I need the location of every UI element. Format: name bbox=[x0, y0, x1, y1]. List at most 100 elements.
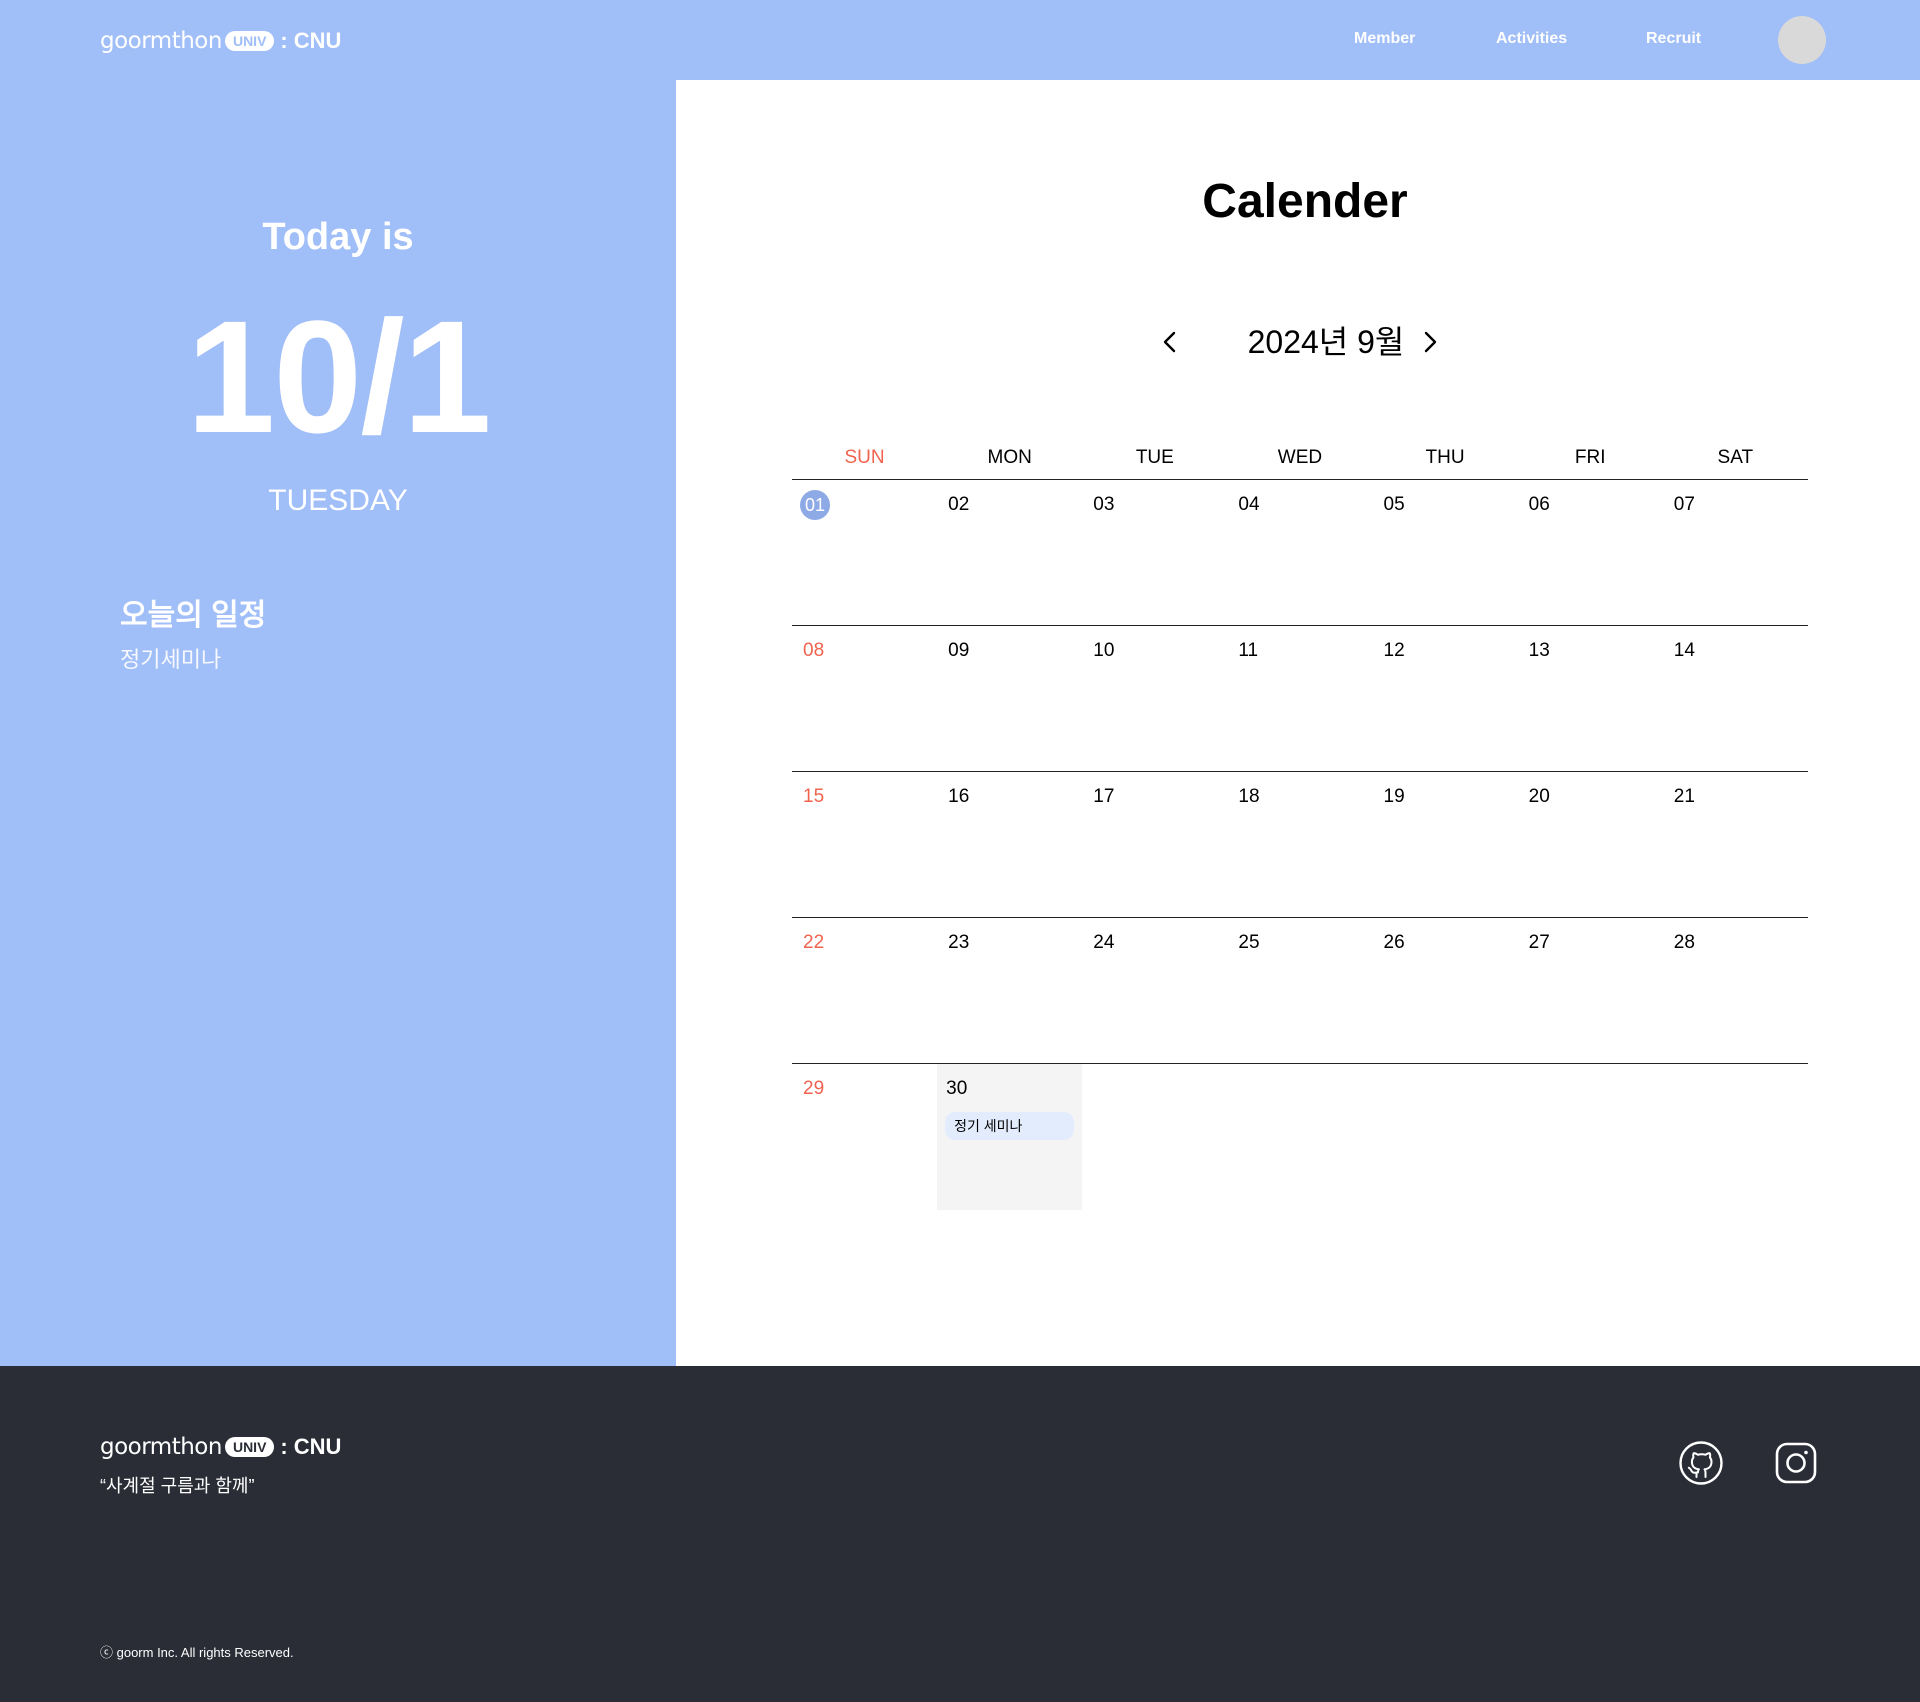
month-navigation: 2024년 9월 bbox=[676, 318, 1920, 368]
logo-brand: goormthon bbox=[100, 28, 222, 54]
day-cell[interactable]: 03 bbox=[1082, 480, 1227, 625]
day-number: 19 bbox=[1383, 786, 1405, 807]
weekday-label: SAT bbox=[1717, 447, 1754, 468]
day-number: 01 bbox=[800, 490, 830, 520]
day-cell[interactable]: 25 bbox=[1227, 918, 1372, 1063]
day-cell[interactable]: 09 bbox=[937, 626, 1082, 771]
day-number: 30 bbox=[946, 1078, 968, 1099]
today-schedule-title: 오늘의 일정 bbox=[120, 599, 267, 632]
day-number: 04 bbox=[1238, 494, 1260, 515]
day-number: 07 bbox=[1673, 494, 1695, 515]
top-header: goormthon UNIV : CNU Member Activities R… bbox=[0, 0, 1920, 80]
day-number: 22 bbox=[803, 932, 825, 953]
calendar-week: 29 30 정기 세미나 bbox=[792, 1064, 1808, 1210]
day-number: 15 bbox=[803, 786, 825, 807]
header-logo[interactable]: goormthon UNIV : CNU bbox=[100, 26, 341, 56]
weekday-label: MON bbox=[987, 447, 1032, 468]
footer-slogan: “사계절 구름과 함께” bbox=[100, 1476, 255, 1496]
logo-univ-badge: UNIV bbox=[224, 1437, 275, 1457]
chevron-left-icon bbox=[1163, 331, 1176, 353]
next-month-button[interactable] bbox=[1414, 326, 1446, 358]
day-cell[interactable]: 02 bbox=[937, 480, 1082, 625]
day-cell[interactable]: 15 bbox=[792, 772, 937, 917]
nav-member[interactable]: Member bbox=[1354, 30, 1415, 48]
day-cell[interactable]: 21 bbox=[1663, 772, 1808, 917]
day-cell[interactable]: 20 bbox=[1518, 772, 1663, 917]
logo-univ-badge: UNIV bbox=[224, 31, 275, 51]
calendar-grid: SUN MON TUE WED THU FRI SAT 01 02 03 04 … bbox=[792, 440, 1808, 1210]
logo-school: CNU bbox=[293, 1434, 342, 1459]
day-cell[interactable]: 13 bbox=[1518, 626, 1663, 771]
event-chip[interactable]: 정기 세미나 bbox=[945, 1112, 1075, 1140]
instagram-link[interactable] bbox=[1773, 1440, 1819, 1486]
weekday-label: TUE bbox=[1135, 447, 1174, 468]
weekday-label: SUN bbox=[844, 447, 885, 468]
day-cell-selected[interactable]: 30 정기 세미나 bbox=[937, 1064, 1083, 1210]
day-number: 21 bbox=[1673, 786, 1695, 807]
day-cell-empty bbox=[1082, 1064, 1227, 1210]
calendar-week: 22 23 24 25 26 27 28 bbox=[792, 918, 1808, 1064]
day-number: 12 bbox=[1383, 640, 1405, 661]
github-link[interactable] bbox=[1678, 1440, 1724, 1486]
day-cell[interactable]: 06 bbox=[1518, 480, 1663, 625]
day-cell[interactable]: 26 bbox=[1373, 918, 1518, 1063]
day-number: 11 bbox=[1238, 640, 1259, 661]
day-cell[interactable]: 19 bbox=[1373, 772, 1518, 917]
day-number: 23 bbox=[948, 932, 970, 953]
day-cell[interactable]: 04 bbox=[1227, 480, 1372, 625]
day-cell[interactable]: 12 bbox=[1373, 626, 1518, 771]
day-cell[interactable]: 17 bbox=[1082, 772, 1227, 917]
day-number: 24 bbox=[1093, 932, 1115, 953]
day-number: 27 bbox=[1528, 932, 1550, 953]
logo-school: CNU bbox=[293, 28, 342, 53]
footer-logo[interactable]: goormthon UNIV : CNU bbox=[100, 1432, 341, 1462]
day-cell-empty bbox=[1663, 1064, 1808, 1210]
day-cell[interactable]: 24 bbox=[1082, 918, 1227, 1063]
day-number: 26 bbox=[1383, 932, 1405, 953]
day-number: 09 bbox=[948, 640, 970, 661]
day-cell[interactable]: 07 bbox=[1663, 480, 1808, 625]
day-number: 18 bbox=[1238, 786, 1260, 807]
calendar-week: 15 16 17 18 19 20 21 bbox=[792, 772, 1808, 918]
day-cell[interactable]: 05 bbox=[1373, 480, 1518, 625]
today-schedule-item[interactable]: 정기세미나 bbox=[120, 642, 221, 674]
today-date: 10/1 bbox=[186, 287, 491, 466]
day-cell[interactable]: 23 bbox=[937, 918, 1082, 1063]
github-icon bbox=[1679, 1441, 1723, 1485]
day-cell[interactable]: 14 bbox=[1663, 626, 1808, 771]
logo-separator: : bbox=[280, 1434, 288, 1459]
nav-activities[interactable]: Activities bbox=[1496, 30, 1567, 48]
month-label: 2024년 9월 bbox=[1247, 324, 1405, 360]
day-number: 06 bbox=[1528, 494, 1550, 515]
logo-separator: : bbox=[280, 28, 288, 53]
day-number: 29 bbox=[803, 1078, 825, 1099]
day-cell[interactable]: 22 bbox=[792, 918, 937, 1063]
day-number: 17 bbox=[1093, 786, 1115, 807]
day-number: 03 bbox=[1093, 494, 1115, 515]
day-cell[interactable]: 18 bbox=[1227, 772, 1372, 917]
day-cell[interactable]: 01 bbox=[792, 480, 937, 625]
weekday-label: WED bbox=[1277, 447, 1323, 468]
page-title: Calender bbox=[1202, 175, 1408, 228]
weekday-header: SUN MON TUE WED THU FRI SAT bbox=[792, 440, 1808, 480]
day-number: 02 bbox=[948, 494, 970, 515]
day-cell[interactable]: 08 bbox=[792, 626, 937, 771]
day-cell[interactable]: 27 bbox=[1518, 918, 1663, 1063]
day-number: 28 bbox=[1673, 932, 1695, 953]
nav-recruit[interactable]: Recruit bbox=[1646, 30, 1701, 48]
instagram-icon bbox=[1775, 1442, 1817, 1484]
prev-month-button[interactable] bbox=[1154, 326, 1186, 358]
chevron-right-icon bbox=[1424, 331, 1437, 353]
day-cell[interactable]: 28 bbox=[1663, 918, 1808, 1063]
logo-brand: goormthon bbox=[100, 1434, 222, 1460]
day-cell-empty bbox=[1518, 1064, 1663, 1210]
day-cell-empty bbox=[1373, 1064, 1518, 1210]
day-cell-empty bbox=[1227, 1064, 1372, 1210]
day-cell[interactable]: 29 bbox=[792, 1064, 937, 1210]
day-cell[interactable]: 16 bbox=[937, 772, 1082, 917]
today-label: Today is bbox=[262, 216, 414, 258]
day-cell[interactable]: 11 bbox=[1227, 626, 1372, 771]
day-cell[interactable]: 10 bbox=[1082, 626, 1227, 771]
day-number: 14 bbox=[1673, 640, 1695, 661]
avatar[interactable] bbox=[1778, 16, 1826, 64]
